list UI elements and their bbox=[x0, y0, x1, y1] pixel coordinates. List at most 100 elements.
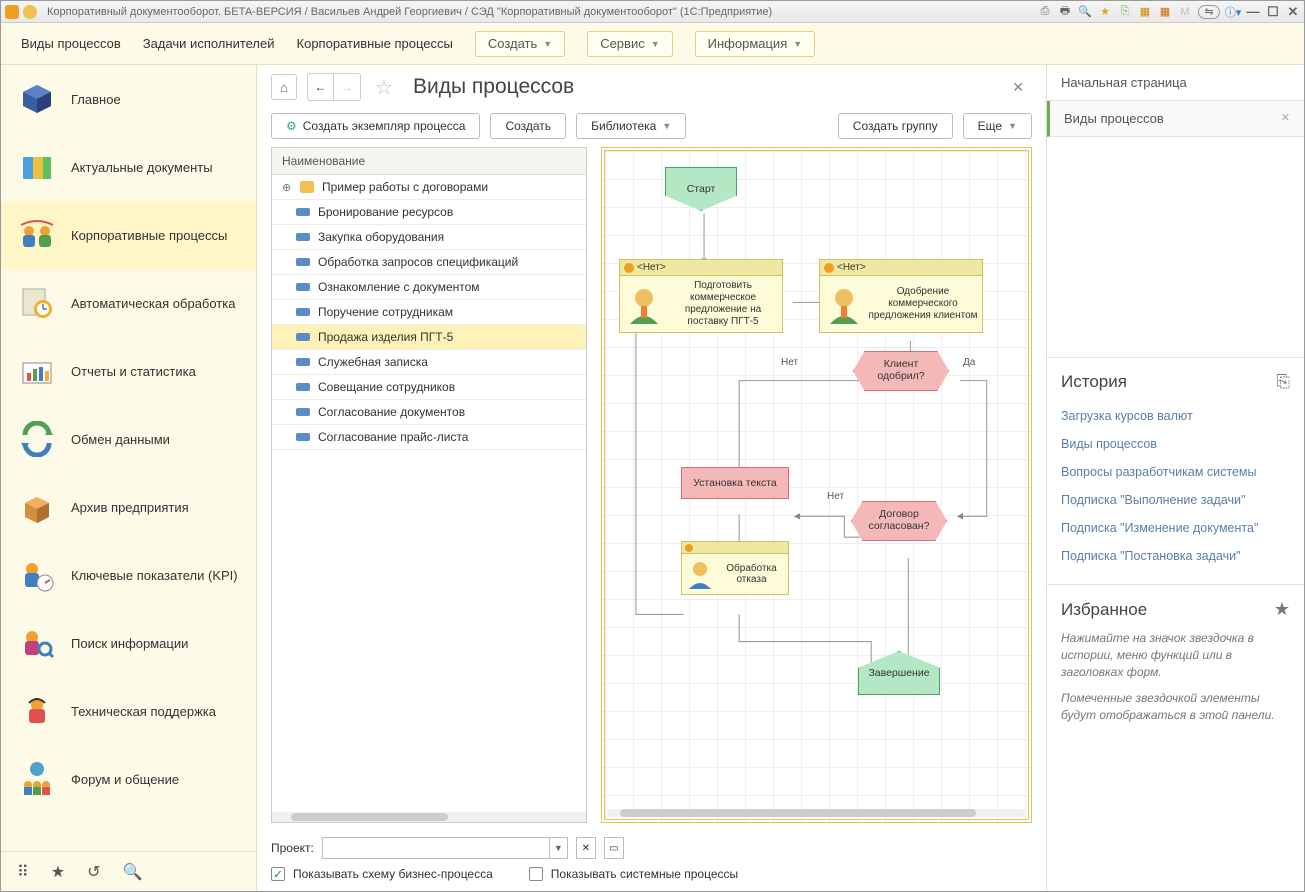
toggle-icon[interactable]: ⇋ bbox=[1198, 5, 1220, 19]
history-link[interactable]: Подписка "Постановка задачи" bbox=[1061, 542, 1290, 570]
tree-item[interactable]: Служебная записка bbox=[272, 350, 586, 375]
menu-process-types[interactable]: Виды процессов bbox=[21, 36, 121, 51]
history-open-icon[interactable]: ⎘ bbox=[1276, 372, 1290, 392]
node-gate-contract[interactable]: Договор согласован? bbox=[851, 501, 947, 541]
project-field[interactable]: ▼ bbox=[322, 837, 568, 859]
create-dropdown[interactable]: Создать▼ bbox=[475, 31, 565, 57]
toolbar: ⚙Создать экземпляр процесса Создать Библ… bbox=[257, 109, 1046, 147]
tree-item[interactable]: Согласование прайс-листа bbox=[272, 425, 586, 450]
create-button[interactable]: Создать bbox=[490, 113, 566, 139]
calc-icon[interactable]: ▦ bbox=[1138, 5, 1152, 19]
star-icon[interactable]: ★ bbox=[1098, 5, 1112, 19]
preview-icon[interactable]: 🔍 bbox=[1078, 5, 1092, 19]
node-gate-client[interactable]: Клиент одобрил? bbox=[853, 351, 949, 391]
apps-icon[interactable]: ⠿ bbox=[17, 862, 29, 882]
sidebar-item-main[interactable]: Главное bbox=[1, 65, 256, 133]
node-end[interactable]: Завершение bbox=[858, 651, 940, 695]
tab-process-types[interactable]: Виды процессов✕ bbox=[1047, 101, 1304, 137]
favorites-title: Избранное bbox=[1061, 600, 1147, 620]
expand-icon[interactable]: ⊕ bbox=[282, 181, 292, 194]
maximize-button[interactable]: ☐ bbox=[1266, 5, 1280, 19]
library-dropdown[interactable]: Библиотека▼ bbox=[576, 113, 686, 139]
forward-button[interactable]: → bbox=[334, 74, 360, 100]
menu-corp-processes[interactable]: Корпоративные процессы bbox=[297, 36, 453, 51]
history-link[interactable]: Вопросы разработчикам системы bbox=[1061, 458, 1290, 486]
favorites-hint: Нажимайте на значок звездочка в истории,… bbox=[1061, 630, 1290, 680]
sidebar-item-support[interactable]: Техническая поддержка bbox=[1, 677, 256, 745]
node-task-prepare[interactable]: <Нет> Подготовить коммерческое предложен… bbox=[619, 259, 783, 333]
service-dropdown[interactable]: Сервис▼ bbox=[587, 31, 672, 57]
tree-item[interactable]: Закупка оборудования bbox=[272, 225, 586, 250]
favorite-star-icon[interactable]: ☆ bbox=[371, 74, 397, 100]
home-button[interactable]: ⌂ bbox=[271, 74, 297, 100]
app-window: Корпоративный документооборот. БЕТА-ВЕРС… bbox=[0, 0, 1305, 892]
history-icon[interactable]: ↺ bbox=[87, 862, 100, 882]
printer-icon[interactable]: 🖶 bbox=[1058, 5, 1072, 19]
tab-home[interactable]: Начальная страница bbox=[1047, 65, 1304, 101]
sidebar-item-forum[interactable]: Форум и общение bbox=[1, 745, 256, 813]
tree-item[interactable]: Ознакомление с документом bbox=[272, 275, 586, 300]
process-diagram[interactable]: Старт <Нет> Подготовить коммерческое пре… bbox=[601, 147, 1032, 823]
sidebar-item-reports[interactable]: Отчеты и статистика bbox=[1, 337, 256, 405]
sidebar-item-docs[interactable]: Актуальные документы bbox=[1, 133, 256, 201]
node-start[interactable]: Старт bbox=[665, 167, 737, 211]
menu-tasks[interactable]: Задачи исполнителей bbox=[143, 36, 275, 51]
tree-item[interactable]: Поручение сотрудникам bbox=[272, 300, 586, 325]
project-open-button[interactable]: ▭ bbox=[604, 837, 624, 859]
tree-hscroll[interactable] bbox=[272, 812, 586, 822]
close-tab-icon[interactable]: ✕ bbox=[1281, 111, 1290, 126]
star-icon[interactable]: ★ bbox=[1274, 599, 1290, 620]
sidebar-item-search[interactable]: Поиск информации bbox=[1, 609, 256, 677]
info-dropdown[interactable]: Информация▼ bbox=[695, 31, 816, 57]
node-set-text[interactable]: Установка текста bbox=[681, 467, 789, 499]
close-page-button[interactable]: ✕ bbox=[1004, 79, 1032, 96]
sidebar-item-kpi[interactable]: Ключевые показатели (KPI) bbox=[1, 541, 256, 609]
create-group-button[interactable]: Создать группу bbox=[838, 113, 953, 139]
search-icon[interactable]: 🔍 bbox=[122, 862, 142, 882]
project-input[interactable] bbox=[323, 838, 549, 858]
node-task-approve[interactable]: <Нет> Одобрение коммерческого предложени… bbox=[819, 259, 983, 333]
history-link[interactable]: Загрузка курсов валют bbox=[1061, 402, 1290, 430]
sidebar-label: Автоматическая обработка bbox=[71, 296, 235, 311]
chevron-down-icon: ▼ bbox=[1008, 121, 1017, 131]
tree-item[interactable]: Обработка запросов спецификаций bbox=[272, 250, 586, 275]
tree-item-label: Совещание сотрудников bbox=[318, 380, 455, 394]
titlebar: Корпоративный документооборот. БЕТА-ВЕРС… bbox=[1, 1, 1304, 23]
sidebar-item-archive[interactable]: Архив предприятия bbox=[1, 473, 256, 541]
show-schema-checkbox[interactable]: ✓ bbox=[271, 867, 285, 881]
diagram-hscroll[interactable] bbox=[607, 809, 1026, 817]
print-icon[interactable]: ⎙ bbox=[1038, 5, 1052, 19]
favorites-hint2: Помеченные звездочкой элементы будут ото… bbox=[1061, 690, 1290, 724]
calendar-icon[interactable]: ▦ bbox=[1158, 5, 1172, 19]
info-icon[interactable]: ⓘ▾ bbox=[1226, 5, 1240, 19]
project-dropdown-icon[interactable]: ▼ bbox=[549, 838, 567, 858]
link-icon[interactable]: ⎘ bbox=[1118, 5, 1132, 19]
sidebar-item-exchange[interactable]: Обмен данными bbox=[1, 405, 256, 473]
star-icon[interactable]: ★ bbox=[51, 862, 65, 882]
node-task-reject[interactable]: Обработка отказа bbox=[681, 541, 789, 595]
main-header: ⌂ ← → ☆ Виды процессов ✕ bbox=[257, 65, 1046, 109]
project-clear-button[interactable]: ✕ bbox=[576, 837, 596, 859]
history-link[interactable]: Подписка "Выполнение задачи" bbox=[1061, 486, 1290, 514]
edge-label-yes: Да bbox=[963, 357, 975, 368]
tree-item[interactable]: Продажа изделия ПГТ-5 bbox=[272, 325, 586, 350]
more-dropdown[interactable]: Еще▼ bbox=[963, 113, 1032, 139]
user-icon bbox=[824, 263, 834, 273]
tree-item[interactable]: Бронирование ресурсов bbox=[272, 200, 586, 225]
tree-header: Наименование bbox=[272, 148, 586, 175]
history-link[interactable]: Подписка "Изменение документа" bbox=[1061, 514, 1290, 542]
show-system-checkbox[interactable] bbox=[529, 867, 543, 881]
history-link[interactable]: Виды процессов bbox=[1061, 430, 1290, 458]
tree-item[interactable]: Совещание сотрудников bbox=[272, 375, 586, 400]
sidebar-item-auto[interactable]: Автоматическая обработка bbox=[1, 269, 256, 337]
tree-item[interactable]: Согласование документов bbox=[272, 400, 586, 425]
m-icon[interactable]: M bbox=[1178, 5, 1192, 19]
sidebar-item-processes[interactable]: Корпоративные процессы bbox=[1, 201, 256, 269]
minimize-button[interactable]: — bbox=[1246, 5, 1260, 19]
close-button[interactable]: ✕ bbox=[1286, 5, 1300, 19]
titlebar-dropdown-icon[interactable] bbox=[23, 5, 37, 19]
back-button[interactable]: ← bbox=[308, 74, 334, 100]
create-instance-button[interactable]: ⚙Создать экземпляр процесса bbox=[271, 113, 480, 139]
item-icon bbox=[296, 408, 310, 416]
tree-folder[interactable]: ⊕ Пример работы с договорами bbox=[272, 175, 586, 200]
